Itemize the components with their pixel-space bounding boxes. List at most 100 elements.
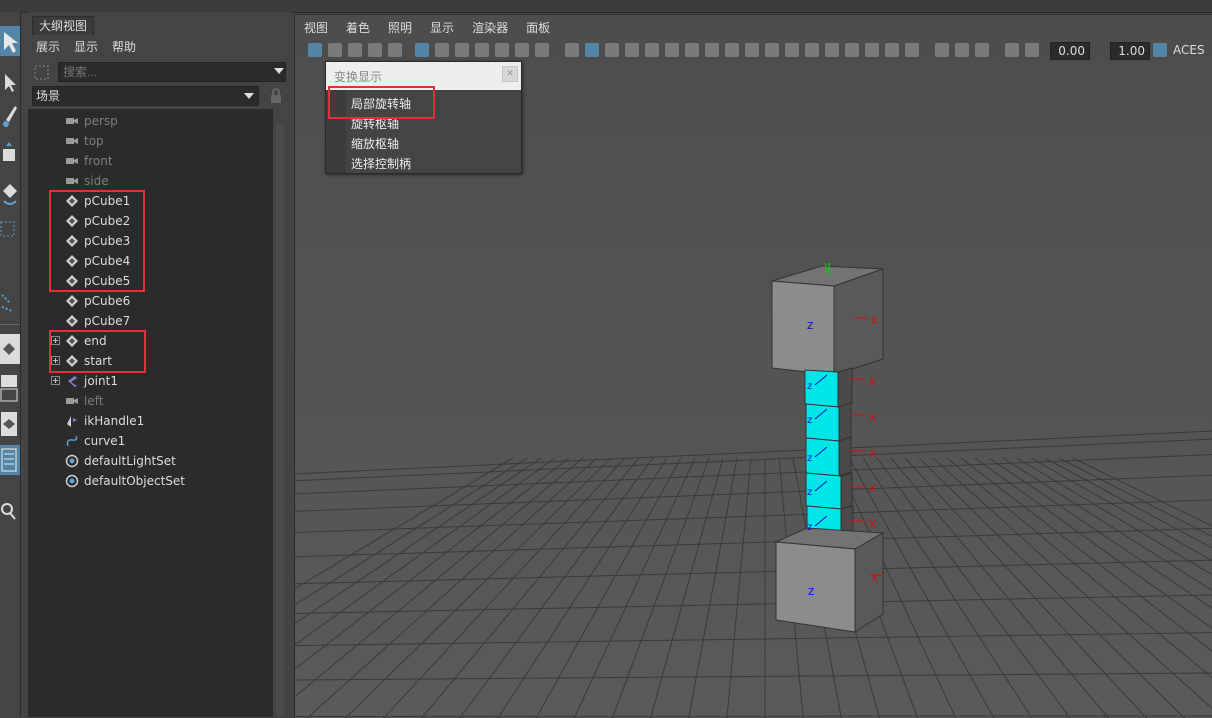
single-pane-layout-icon[interactable] [0, 334, 20, 364]
outliner-item-pCube7[interactable]: pCube7 [28, 311, 273, 331]
menu-item-selection-handles[interactable]: 选择控制柄 [351, 155, 411, 172]
joint-icon [65, 374, 79, 388]
universal-manip-icon[interactable] [0, 287, 20, 317]
safe-title-icon[interactable] [535, 43, 549, 57]
x-axis-label: x [869, 481, 876, 495]
grid-icon[interactable] [415, 43, 429, 57]
z-axis-label: z [807, 487, 812, 498]
outliner-item-label: left [84, 394, 104, 408]
outliner-item-pCube6[interactable]: pCube6 [28, 291, 273, 311]
start-cube[interactable] [774, 527, 885, 633]
x-axis-label: x [869, 410, 876, 424]
field-chart-icon[interactable] [495, 43, 509, 57]
menu-help[interactable]: 帮助 [104, 36, 142, 58]
close-icon[interactable]: ✕ [502, 66, 518, 82]
outliner-tab[interactable]: 大纲视图 [32, 16, 95, 35]
menu-renderer[interactable]: 渲染器 [463, 17, 517, 39]
menu-shading[interactable]: 着色 [337, 17, 379, 39]
menu-show[interactable]: 显示 [66, 36, 104, 58]
scene-filter-dropdown[interactable]: 场景 [32, 86, 259, 106]
default-material-icon[interactable] [605, 43, 619, 57]
outliner-item-side[interactable]: side [28, 171, 273, 191]
outliner-item-defaultLightSet[interactable]: defaultLightSet [28, 451, 273, 471]
safe-action-icon[interactable] [515, 43, 529, 57]
wireframe-on-shaded-icon[interactable] [865, 43, 879, 57]
chevron-down-icon[interactable] [274, 68, 284, 74]
lock-camera-icon[interactable] [328, 43, 342, 57]
highlight-box-local-rotation-axes [328, 86, 435, 119]
search-input[interactable] [58, 62, 286, 82]
lasso-tool-icon[interactable] [0, 66, 20, 96]
depth-of-field-icon[interactable] [745, 43, 759, 57]
outliner-item-curve1[interactable]: curve1 [28, 431, 273, 451]
xray-joints-icon[interactable] [805, 43, 819, 57]
backface-culling-icon[interactable] [845, 43, 859, 57]
menu-panels[interactable]: 面板 [517, 17, 559, 39]
panel-options-icon[interactable] [1025, 43, 1039, 57]
menu-view[interactable]: 视图 [295, 17, 337, 39]
exposure-icon[interactable] [955, 43, 969, 57]
scale-tool-icon[interactable] [0, 215, 20, 245]
gamma-icon[interactable] [935, 43, 949, 57]
camera-attributes-icon[interactable] [348, 43, 362, 57]
outliner-item-joint1[interactable]: joint1 [28, 371, 273, 391]
ui-icon[interactable] [885, 43, 899, 57]
shadows-icon[interactable] [665, 43, 679, 57]
outliner-item-front[interactable]: front [28, 151, 273, 171]
x-axis-label: x [871, 313, 878, 327]
use-all-lights-icon[interactable] [645, 43, 659, 57]
screen-space-ao-icon[interactable] [685, 43, 699, 57]
move-tool-icon[interactable] [0, 140, 20, 170]
outliner-scrollbar[interactable] [276, 122, 284, 717]
wireframe-icon[interactable] [565, 43, 579, 57]
menu-display[interactable]: 展示 [28, 36, 66, 58]
textured-icon[interactable] [625, 43, 639, 57]
xray-components-icon[interactable] [825, 43, 839, 57]
image-plane-icon[interactable] [388, 43, 402, 57]
exposure-field[interactable]: 0.00 [1050, 42, 1090, 60]
hud-icon[interactable] [905, 43, 919, 57]
zoom-icon[interactable] [0, 497, 20, 527]
outliner-item-defaultObjectSet[interactable]: defaultObjectSet [28, 471, 273, 491]
view-transform-icon[interactable] [975, 43, 989, 57]
end-cube[interactable] [771, 265, 884, 376]
isolate-select-icon[interactable] [765, 43, 779, 57]
bookmark-icon[interactable] [368, 43, 382, 57]
menu-item-scale-pivot[interactable]: 缩放枢轴 [351, 135, 399, 152]
outliner-item-persp[interactable]: persp [28, 111, 273, 131]
outliner-item-ikHandle1[interactable]: ikHandle1 [28, 411, 273, 431]
persp-outliner-layout-icon[interactable] [0, 409, 20, 439]
lock-icon[interactable] [269, 88, 283, 104]
select-tool-icon[interactable] [0, 26, 20, 56]
camera-icon [65, 394, 79, 408]
outliner-item-top[interactable]: top [28, 131, 273, 151]
smooth-shade-icon[interactable] [585, 43, 599, 57]
outliner-layout-icon[interactable] [0, 445, 20, 475]
xray-icon[interactable] [785, 43, 799, 57]
search-options-icon[interactable] [34, 65, 50, 81]
toolbox-divider [0, 324, 20, 325]
outliner-item-label: defaultObjectSet [84, 474, 186, 488]
z-axis-label: z [808, 584, 814, 598]
gamma-field[interactable]: 1.00 [1110, 42, 1150, 60]
film-gate-icon[interactable] [435, 43, 449, 57]
menu-lighting[interactable]: 照明 [379, 17, 421, 39]
gate-mask-icon[interactable] [475, 43, 489, 57]
paint-tool-icon[interactable] [0, 102, 20, 132]
select-camera-icon[interactable] [308, 43, 322, 57]
outliner-item-label: pCube7 [84, 314, 131, 328]
motion-blur-icon[interactable] [705, 43, 719, 57]
x-axis-label: x [869, 374, 876, 388]
color-space-icon[interactable] [1005, 43, 1019, 57]
expand-icon[interactable] [51, 376, 60, 385]
color-space-label[interactable]: ACES [1173, 43, 1205, 57]
color-management-icon[interactable] [1153, 43, 1167, 57]
two-pane-layout-icon[interactable] [0, 372, 20, 402]
anti-aliasing-icon[interactable] [725, 43, 739, 57]
outliner-item-label: side [84, 174, 109, 188]
resolution-gate-icon[interactable] [455, 43, 469, 57]
outliner-item-left[interactable]: left [28, 391, 273, 411]
menu-show[interactable]: 显示 [421, 17, 463, 39]
rotate-tool-icon[interactable] [0, 177, 20, 207]
curve-icon [65, 434, 79, 448]
